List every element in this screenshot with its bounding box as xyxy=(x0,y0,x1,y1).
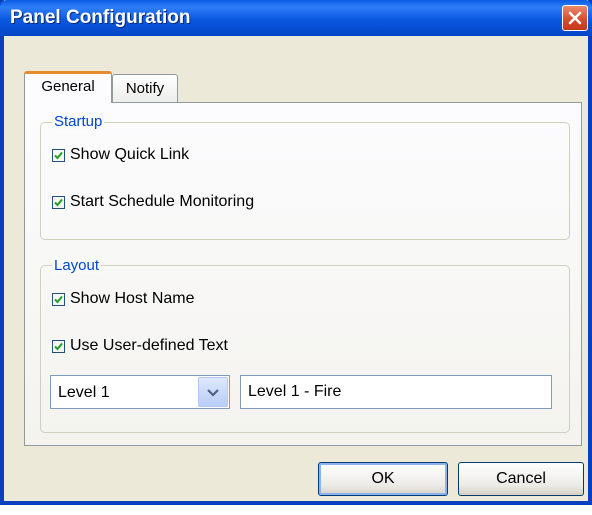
start-schedule-monitoring-label: Start Schedule Monitoring xyxy=(70,193,255,210)
level-text-input[interactable] xyxy=(240,375,552,409)
show-host-name-checkbox[interactable] xyxy=(52,292,65,306)
ok-button[interactable]: OK xyxy=(318,462,448,496)
close-button[interactable] xyxy=(562,5,588,31)
startup-group-legend: Startup xyxy=(52,113,105,130)
use-user-defined-text-label: Use User-defined Text xyxy=(70,337,228,354)
show-host-name-label: Show Host Name xyxy=(70,290,195,307)
checkmark-icon xyxy=(54,295,63,303)
level-select-dropdown-button[interactable] xyxy=(198,377,228,407)
close-icon xyxy=(568,11,582,25)
title-bar[interactable]: Panel Configuration xyxy=(0,0,592,36)
show-quick-link-option[interactable]: Show Quick Link xyxy=(52,146,189,164)
show-quick-link-label: Show Quick Link xyxy=(70,146,190,163)
start-schedule-monitoring-option[interactable]: Start Schedule Monitoring xyxy=(52,193,254,211)
show-quick-link-checkbox[interactable] xyxy=(52,148,65,162)
tab-general[interactable]: General xyxy=(24,71,112,103)
use-user-defined-text-option[interactable]: Use User-defined Text xyxy=(52,337,228,355)
level-select[interactable]: Level 1 xyxy=(50,375,230,409)
startup-group xyxy=(40,122,570,240)
show-host-name-option[interactable]: Show Host Name xyxy=(52,290,195,308)
layout-group-legend: Layout xyxy=(52,257,102,274)
tab-notify[interactable]: Notify xyxy=(112,74,178,103)
chevron-down-icon xyxy=(207,389,219,397)
checkmark-icon xyxy=(54,151,63,159)
cancel-button[interactable]: Cancel xyxy=(458,462,584,496)
use-user-defined-text-checkbox[interactable] xyxy=(52,339,65,353)
start-schedule-monitoring-checkbox[interactable] xyxy=(52,195,65,209)
level-select-value: Level 1 xyxy=(58,384,110,401)
checkmark-icon xyxy=(54,342,63,350)
checkmark-icon xyxy=(54,198,63,206)
window-title: Panel Configuration xyxy=(10,7,191,28)
